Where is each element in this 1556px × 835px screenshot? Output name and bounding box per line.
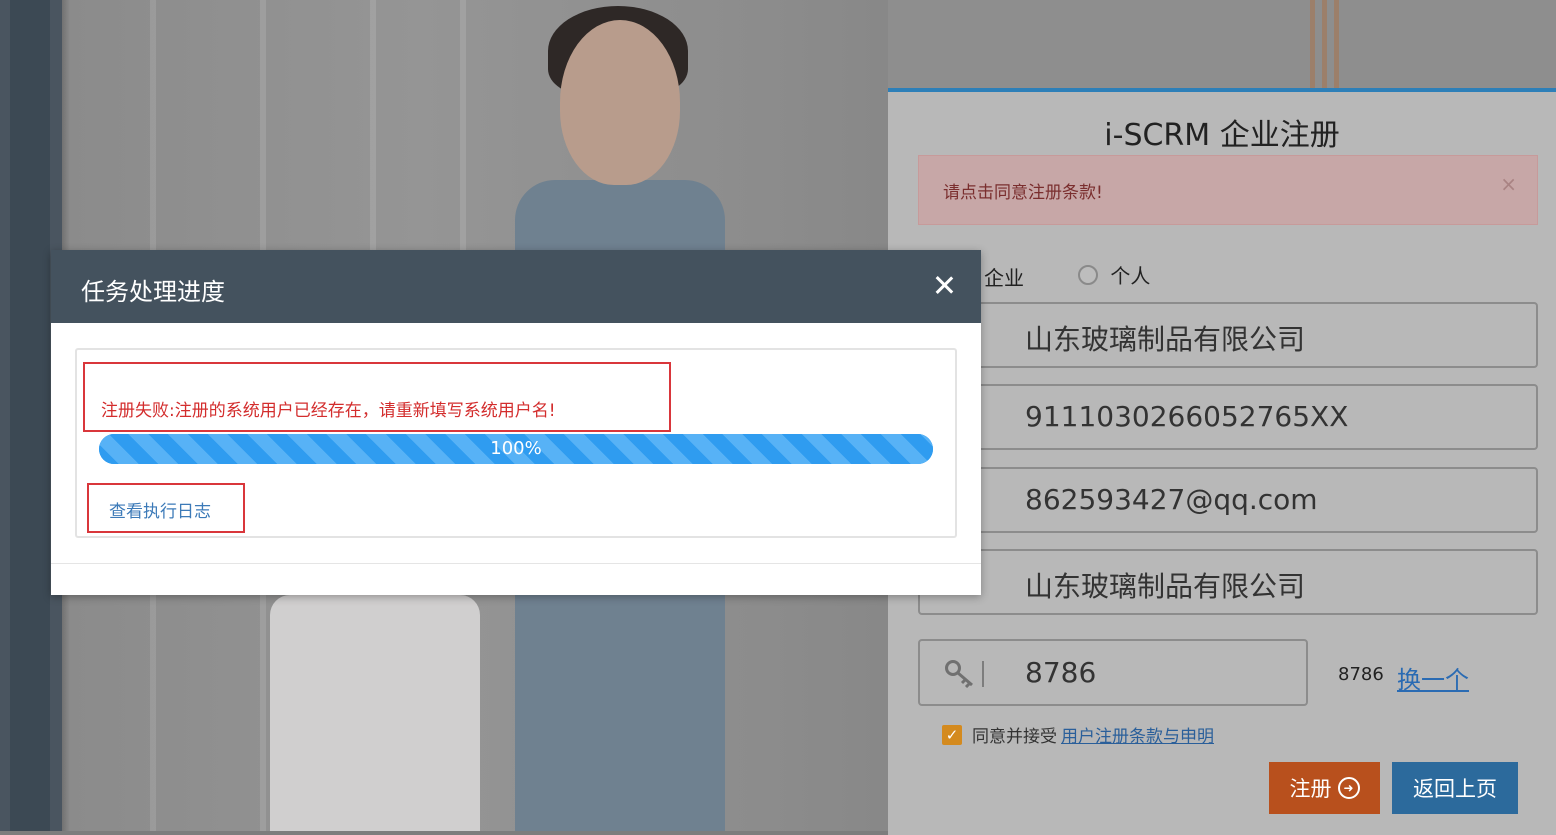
background-stripe xyxy=(1334,0,1339,90)
error-highlight-box: 注册失败:注册的系统用户已经存在，请重新填写系统用户名! xyxy=(83,362,671,432)
captcha-input[interactable]: 8786 xyxy=(918,639,1308,706)
radio-personal[interactable]: 个人 xyxy=(1078,260,1150,289)
alert-close-icon[interactable]: × xyxy=(1500,172,1517,196)
alert-banner: 请点击同意注册条款! × xyxy=(918,155,1538,225)
background-frame-inner xyxy=(10,0,50,831)
progress-label: 100% xyxy=(490,438,542,459)
key-icon xyxy=(945,660,973,688)
error-message: 注册失败:注册的系统用户已经存在，请重新填写系统用户名! xyxy=(101,401,556,421)
account-type-group: 企业 个人 xyxy=(984,260,1198,291)
view-log-link[interactable]: 查看执行日志 xyxy=(109,497,211,522)
captcha-refresh-link[interactable]: 换一个 xyxy=(1397,660,1469,695)
registration-panel: i-SCRM 企业注册 请点击同意注册条款! × 企业 个人 山东玻璃制品有限公… xyxy=(888,88,1556,835)
arrow-right-icon: ➜ xyxy=(1337,777,1360,799)
agree-label: 同意并接受 xyxy=(972,727,1057,747)
registration-title: i-SCRM 企业注册 xyxy=(1104,118,1340,153)
terms-link[interactable]: 用户注册条款与申明 xyxy=(1061,722,1214,747)
log-highlight-box: 查看执行日志 xyxy=(87,483,245,533)
email-field[interactable]: 862593427@qq.com xyxy=(918,467,1538,533)
task-progress-modal: 任务处理进度 注册失败:注册的系统用户已经存在，请重新填写系统用户名! 100%… xyxy=(51,250,981,595)
username-value: 山东玻璃制品有限公司 xyxy=(1025,570,1306,603)
agree-row: ✓ 同意并接受 用户注册条款与申明 xyxy=(942,722,1214,747)
captcha-code: 8786 xyxy=(1338,664,1384,685)
modal-footer-divider xyxy=(51,563,981,564)
credit-code-value: 9111030266052765XX xyxy=(1025,400,1349,433)
email-value: 862593427@qq.com xyxy=(1025,483,1318,516)
background-person-face xyxy=(560,20,680,185)
background-stripe xyxy=(1310,0,1315,90)
modal-header: 任务处理进度 xyxy=(51,250,981,323)
background-stripe xyxy=(1322,0,1327,90)
modal-title: 任务处理进度 xyxy=(81,278,225,306)
credit-code-field[interactable]: 9111030266052765XX xyxy=(918,384,1538,450)
captcha-separator xyxy=(982,661,984,687)
captcha-value: 8786 xyxy=(1025,656,1097,689)
register-button-label: 注册 xyxy=(1289,777,1332,801)
register-button[interactable]: 注册 ➜ xyxy=(1269,762,1380,814)
agree-checkbox[interactable]: ✓ xyxy=(942,724,962,745)
company-name-value: 山东玻璃制品有限公司 xyxy=(1025,323,1306,356)
radio-circle-icon xyxy=(1078,264,1099,285)
modal-body: 注册失败:注册的系统用户已经存在，请重新填写系统用户名! 100% 查看执行日志 xyxy=(75,348,957,538)
alert-message: 请点击同意注册条款! xyxy=(943,183,1103,203)
back-button[interactable]: 返回上页 xyxy=(1392,762,1518,814)
radio-company-label: 企业 xyxy=(984,265,1024,290)
back-button-label: 返回上页 xyxy=(1413,777,1497,801)
background-child xyxy=(270,595,480,831)
radio-personal-label: 个人 xyxy=(1110,264,1151,288)
username-field[interactable]: 山东玻璃制品有限公司 xyxy=(918,549,1538,615)
company-name-field[interactable]: 山东玻璃制品有限公司 xyxy=(918,302,1538,368)
progress-bar: 100% xyxy=(99,434,933,464)
close-icon[interactable] xyxy=(929,270,959,300)
radio-company[interactable]: 企业 xyxy=(984,262,1024,291)
